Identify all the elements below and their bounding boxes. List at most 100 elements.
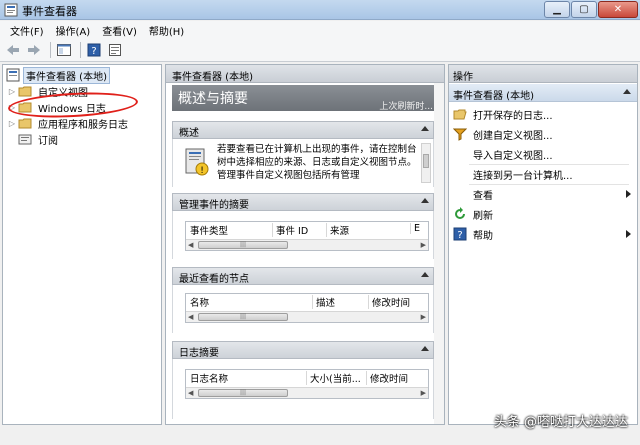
menu-help[interactable]: 帮助(H) (143, 23, 190, 38)
properties-toolbar-button[interactable] (106, 41, 124, 59)
forward-arrow-icon (28, 45, 40, 55)
menu-file[interactable]: 文件(F) (4, 23, 50, 38)
actions-pane: 操作 事件查看器 (本地) 打开保存的日志... 创建自定义视图... 导入自定… (448, 64, 638, 425)
blank-icon (453, 187, 467, 201)
column-header[interactable]: 修改时间 (368, 295, 410, 309)
action-open-saved-log[interactable]: 打开保存的日志... (449, 105, 637, 123)
maximize-icon: ▢ (579, 3, 589, 15)
collapse-icon[interactable] (421, 198, 429, 203)
expand-arrow-icon[interactable]: ▷ (7, 119, 17, 128)
tree-item-root[interactable]: 事件查看器 (本地) (5, 66, 110, 84)
horizontal-scrollbar[interactable]: ◀ ||| ▶ (186, 387, 428, 398)
watermark-text: 头条 @嗒哒打大达达达 (493, 415, 628, 430)
last-refresh-time: 上次刷新时... (379, 102, 433, 112)
event-viewer-window: 事件查看器 ▁ ▢ ✕ 文件(F) 操作(A) 查看(V) 帮助(H) ? 事件… (0, 0, 640, 445)
subscriptions-icon (18, 134, 32, 145)
minimize-button[interactable]: ▁ (544, 1, 570, 18)
center-pane: 事件查看器 (本地) 概述与摘要 上次刷新时... 概述 ! 若要查看已在计算机… (165, 64, 445, 425)
center-scrollbar[interactable] (434, 83, 444, 424)
collapse-icon[interactable] (623, 89, 631, 94)
column-header[interactable]: 名称 (190, 295, 209, 309)
forward-button[interactable] (25, 41, 43, 59)
actions-header: 操作 (449, 65, 637, 83)
event-log-info-icon: ! (185, 148, 209, 176)
action-label: 连接到另一台计算机... (473, 170, 573, 182)
collapse-icon[interactable] (421, 346, 429, 351)
scroll-right-icon[interactable]: ▶ (421, 389, 426, 397)
section-admin-summary-header[interactable]: 管理事件的摘要 (172, 193, 434, 211)
show-hide-tree-button[interactable] (55, 41, 73, 59)
submenu-arrow-icon (626, 230, 631, 238)
menu-action[interactable]: 操作(A) (50, 23, 97, 38)
collapse-icon[interactable] (421, 126, 429, 131)
back-button[interactable] (4, 41, 22, 59)
section-title: 最近查看的节点 (179, 274, 249, 285)
tree-label: 事件查看器 (本地) (23, 66, 110, 84)
column-header[interactable]: 修改时间 (366, 371, 408, 385)
svg-text:!: ! (200, 166, 204, 176)
open-folder-icon (453, 109, 467, 120)
horizontal-scrollbar[interactable]: ◀ ||| ▶ (186, 239, 428, 250)
scroll-thumb[interactable] (423, 154, 429, 168)
action-refresh[interactable]: 刷新 (449, 205, 637, 223)
section-overview-body: ! 若要查看已在计算机上出现的事件，请在控制台树中选择相应的来源、日志或自定义视… (172, 139, 434, 187)
menu-view[interactable]: 查看(V) (96, 23, 143, 38)
action-label: 查看 (473, 190, 493, 202)
maximize-button[interactable]: ▢ (571, 1, 597, 18)
console-tree-icon (57, 44, 71, 56)
section-recent-nodes-header[interactable]: 最近查看的节点 (172, 267, 434, 285)
horizontal-scrollbar[interactable]: ◀ ||| ▶ (186, 311, 428, 322)
action-label: 刷新 (473, 210, 493, 222)
overview-scrollbar[interactable] (421, 143, 431, 183)
action-view[interactable]: 查看 (449, 185, 637, 203)
action-label: 帮助 (473, 230, 493, 242)
blank-icon (453, 167, 467, 181)
grid-headers: 日志名称 大小(当前... 修改时间 (186, 370, 428, 385)
column-header[interactable]: 大小(当前... (306, 371, 361, 385)
scroll-right-icon[interactable]: ▶ (421, 313, 426, 321)
section-overview-header[interactable]: 概述 (172, 121, 434, 139)
tree-label: 订阅 (38, 135, 58, 147)
collapse-icon[interactable] (421, 272, 429, 277)
action-connect-computer[interactable]: 连接到另一台计算机... (449, 165, 637, 183)
help-toolbar-button[interactable]: ? (85, 41, 103, 59)
toolbar-separator (50, 42, 51, 58)
action-help[interactable]: ? 帮助 (449, 225, 637, 243)
scroll-thumb[interactable]: ||| (198, 241, 288, 249)
actions-section-header[interactable]: 事件查看器 (本地) (449, 84, 637, 102)
log-summary-grid: 日志名称 大小(当前... 修改时间 ◀ ||| ▶ (185, 369, 429, 399)
column-header[interactable]: E (410, 223, 420, 234)
back-arrow-icon (7, 45, 19, 55)
column-header[interactable]: 描述 (312, 295, 335, 309)
scroll-thumb[interactable]: ||| (198, 389, 288, 397)
scroll-right-icon[interactable]: ▶ (421, 241, 426, 249)
tree-item-app-service-logs[interactable]: ▷ 应用程序和服务日志 (7, 115, 131, 131)
section-log-summary-header[interactable]: 日志摘要 (172, 341, 434, 359)
title-bar: 事件查看器 ▁ ▢ ✕ (0, 0, 640, 20)
scroll-thumb[interactable]: ||| (198, 313, 288, 321)
scroll-left-icon[interactable]: ◀ (188, 389, 193, 397)
column-header[interactable]: 事件类型 (190, 223, 228, 237)
folder-icon (18, 86, 32, 97)
action-import-custom-view[interactable]: 导入自定义视图... (449, 145, 637, 163)
grid-headers: 事件类型 事件 ID 来源 E (186, 222, 428, 237)
scroll-left-icon[interactable]: ◀ (188, 313, 193, 321)
column-header[interactable]: 事件 ID (272, 223, 308, 237)
submenu-arrow-icon (626, 190, 631, 198)
action-label: 创建自定义视图... (473, 130, 553, 142)
section-admin-summary-body: 事件类型 事件 ID 来源 E ◀ ||| ▶ (172, 211, 434, 259)
section-title: 日志摘要 (179, 348, 219, 359)
refresh-icon (455, 207, 465, 219)
close-button[interactable]: ✕ (598, 1, 638, 18)
expand-arrow-icon[interactable]: ▷ (7, 87, 17, 96)
tree-item-subscriptions[interactable]: 订阅 (17, 131, 61, 147)
close-icon: ✕ (613, 3, 623, 15)
action-create-custom-view[interactable]: 创建自定义视图... (449, 125, 637, 143)
svg-text:?: ? (457, 230, 462, 241)
scroll-left-icon[interactable]: ◀ (188, 241, 193, 249)
recent-nodes-grid: 名称 描述 修改时间 ◀ ||| ▶ (185, 293, 429, 323)
section-log-summary-body: 日志名称 大小(当前... 修改时间 ◀ ||| ▶ (172, 359, 434, 419)
column-header[interactable]: 日志名称 (190, 371, 228, 385)
folder-icon (18, 118, 32, 129)
column-header[interactable]: 来源 (326, 223, 349, 237)
